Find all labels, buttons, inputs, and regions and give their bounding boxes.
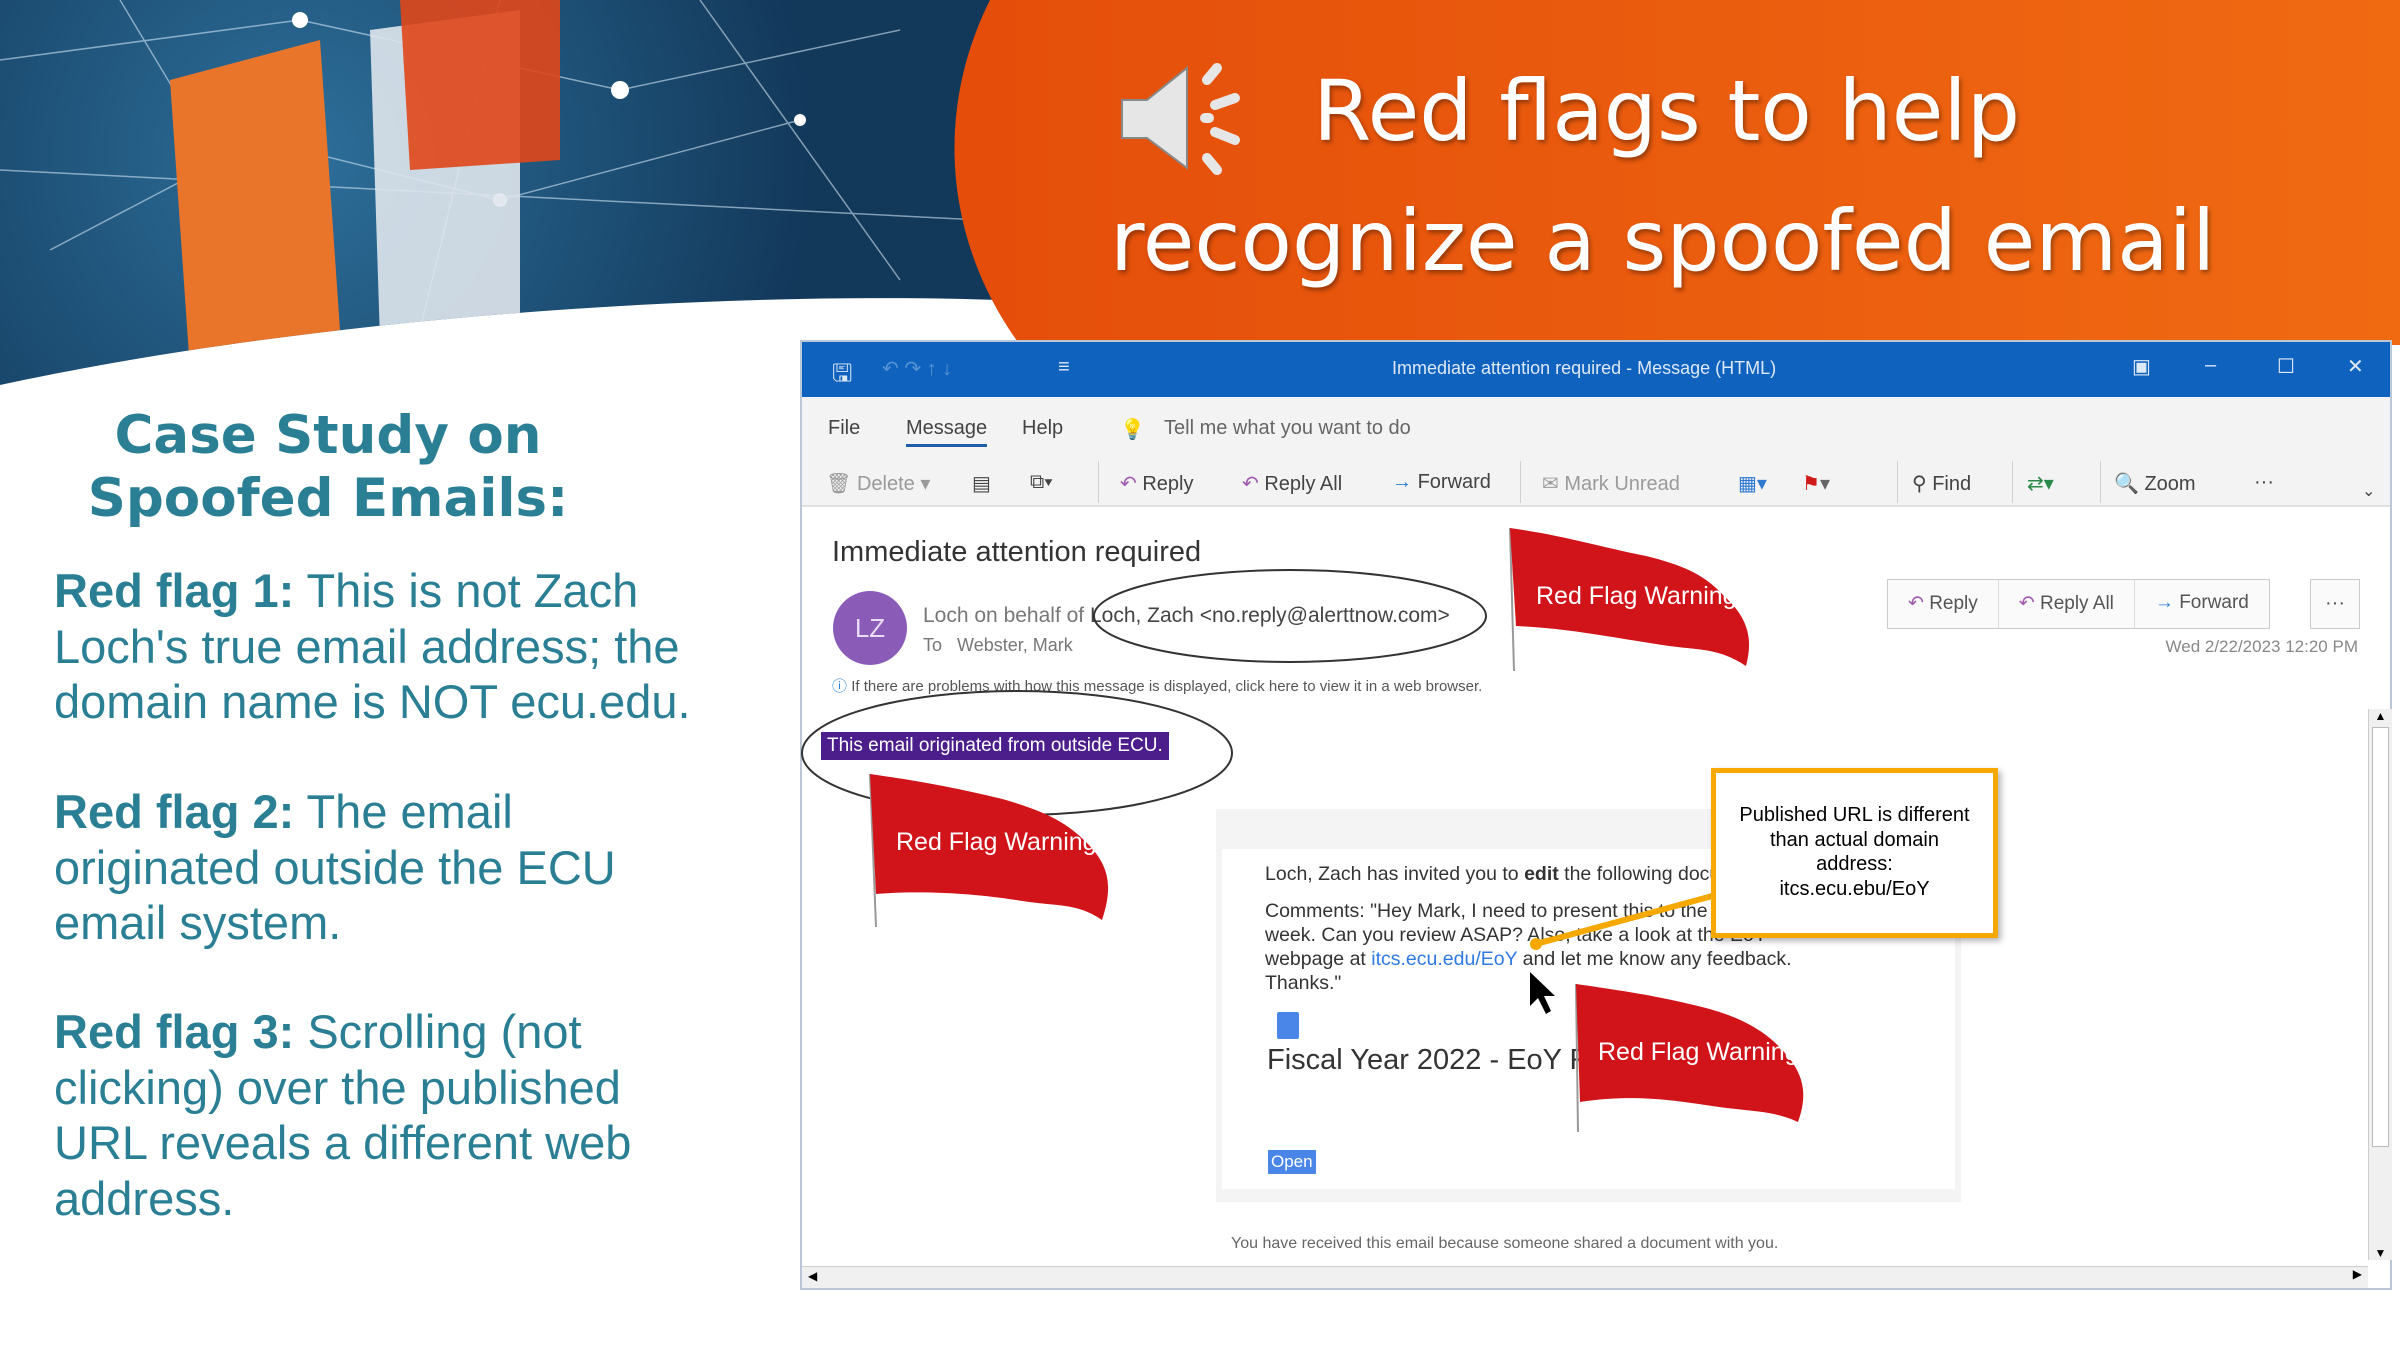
- svg-text:Red Flag Warning: Red Flag Warning: [1598, 1038, 1799, 1066]
- callout-pointer: [1535, 892, 1717, 947]
- svg-text:Red Flag Warning: Red Flag Warning: [896, 828, 1097, 856]
- annotation-layer: [801, 569, 1717, 1014]
- highlight-ellipse-sender: [1093, 569, 1487, 663]
- svg-text:Red Flag Warning: Red Flag Warning: [1536, 582, 1737, 610]
- red-flag-warning-1: Red Flag Warning: [1509, 527, 1750, 671]
- url-callout: Published URL is different than actual do…: [1711, 768, 1998, 938]
- red-flag-warning-2: Red Flag Warning: [869, 773, 1109, 928]
- red-flag-warning-3: Red Flag Warning: [1575, 983, 1804, 1132]
- mouse-cursor-icon: [1530, 972, 1555, 1014]
